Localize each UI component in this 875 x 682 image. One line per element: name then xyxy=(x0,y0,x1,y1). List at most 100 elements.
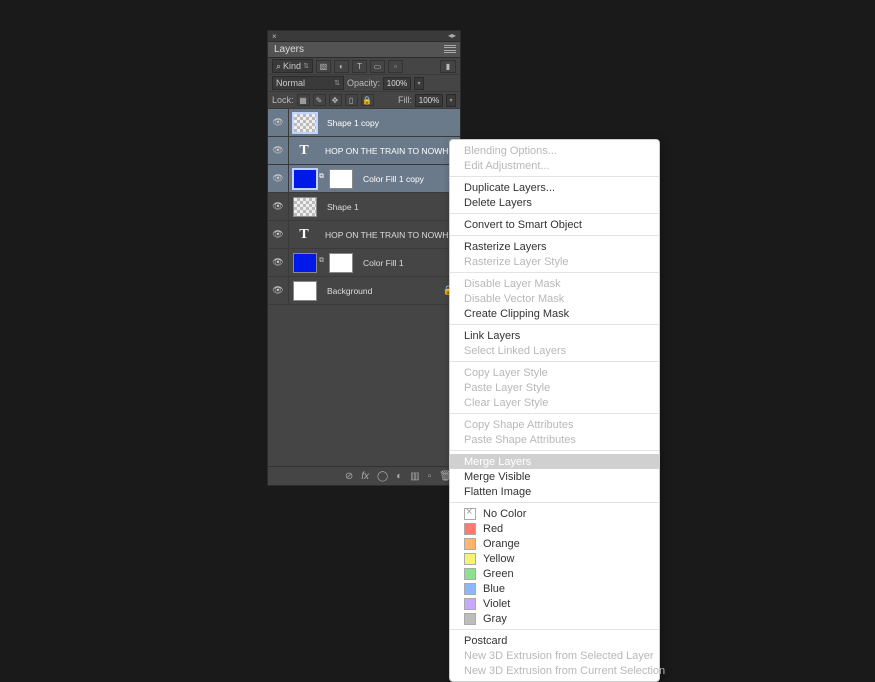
menu-color-item[interactable]: Orange xyxy=(450,536,659,551)
menu-color-item[interactable]: Red xyxy=(450,521,659,536)
filter-toggle-icon[interactable]: ▮ xyxy=(440,60,456,73)
menu-item: Paste Layer Style xyxy=(450,380,659,395)
panel-tab-layers[interactable]: Layers xyxy=(268,42,460,58)
menu-color-item[interactable]: Yellow xyxy=(450,551,659,566)
menu-item[interactable]: Duplicate Layers... xyxy=(450,180,659,195)
mask-link-icon[interactable]: ⧉ xyxy=(319,173,327,185)
visibility-toggle[interactable]: 👁 xyxy=(268,165,289,192)
mask-icon[interactable]: ◯ xyxy=(377,471,388,482)
layer-thumb-icon[interactable] xyxy=(293,281,317,301)
visibility-toggle[interactable]: 👁 xyxy=(268,249,289,276)
link-layers-icon[interactable]: ⊘ xyxy=(345,471,353,482)
shape-thumb-icon[interactable] xyxy=(293,113,317,133)
menu-item[interactable]: Postcard xyxy=(450,633,659,648)
menu-item[interactable]: Merge Layers xyxy=(450,454,659,469)
layer-row[interactable]: 👁Background🔒 xyxy=(268,277,460,305)
menu-item: Paste Shape Attributes xyxy=(450,432,659,447)
opacity-input[interactable]: 100% xyxy=(383,77,411,90)
layer-name[interactable]: Color Fill 1 xyxy=(357,258,460,268)
layer-row[interactable]: 👁 ⧉ Color Fill 1 xyxy=(268,249,460,277)
menu-item[interactable]: Rasterize Layers xyxy=(450,239,659,254)
layer-row[interactable]: 👁 Shape 1 copy xyxy=(268,109,460,137)
fill-input[interactable]: 100% xyxy=(415,94,443,107)
visibility-toggle[interactable]: 👁 xyxy=(268,221,289,248)
color-label: Gray xyxy=(483,613,507,625)
menu-item: New 3D Extrusion from Current Selection xyxy=(450,663,659,678)
collapse-icon[interactable]: ◂▸ xyxy=(448,31,456,40)
menu-item: Copy Layer Style xyxy=(450,365,659,380)
fill-thumb-icon[interactable] xyxy=(293,253,317,273)
group-icon[interactable]: ▥ xyxy=(410,471,419,482)
layers-list: 👁Shape 1 copy👁THOP ON THE TRAIN TO NOWHE… xyxy=(268,109,460,466)
lock-transparency-icon[interactable]: ▦ xyxy=(297,94,310,106)
fx-icon[interactable]: fx xyxy=(361,471,369,482)
menu-item[interactable]: Convert to Smart Object xyxy=(450,217,659,232)
mask-link-icon[interactable]: ⧉ xyxy=(319,257,327,269)
menu-color-item[interactable]: Green xyxy=(450,566,659,581)
menu-item[interactable]: Link Layers xyxy=(450,328,659,343)
mask-thumb-icon[interactable] xyxy=(329,253,353,273)
blend-mode-select[interactable]: Normal ⇅ xyxy=(272,76,344,90)
panel-footer: ⊘ fx ◯ ◐ ▥ ▫ 🗑 xyxy=(268,466,460,485)
filter-adjust-icon[interactable]: ◐ xyxy=(334,60,349,73)
menu-separator xyxy=(450,413,659,414)
shape-thumb-icon[interactable] xyxy=(293,197,317,217)
menu-item: Clear Layer Style xyxy=(450,395,659,410)
visibility-toggle[interactable]: 👁 xyxy=(268,193,289,220)
layer-name[interactable]: HOP ON THE TRAIN TO NOWHERE BAB... xyxy=(319,146,460,156)
filter-shape-icon[interactable]: ▭ xyxy=(370,60,385,73)
color-swatch-icon xyxy=(464,538,476,550)
visibility-toggle[interactable]: 👁 xyxy=(268,137,289,164)
mask-thumb-icon[interactable] xyxy=(329,169,353,189)
new-layer-icon[interactable]: ▫ xyxy=(428,471,432,482)
fill-thumb-icon[interactable] xyxy=(293,169,317,189)
layer-row[interactable]: 👁 ⧉ Color Fill 1 copy xyxy=(268,165,460,193)
lock-paint-icon[interactable]: ✎ xyxy=(313,94,326,106)
menu-color-item[interactable]: Blue xyxy=(450,581,659,596)
lock-label: Lock: xyxy=(272,95,294,105)
visibility-toggle[interactable]: 👁 xyxy=(268,277,289,304)
color-swatch-icon xyxy=(464,568,476,580)
menu-separator xyxy=(450,235,659,236)
layer-row[interactable]: 👁T HOP ON THE TRAIN TO NOWHERE BAB... xyxy=(268,137,460,165)
menu-item[interactable]: Create Clipping Mask xyxy=(450,306,659,321)
layer-row[interactable]: 👁 Shape 1 xyxy=(268,193,460,221)
lock-all-icon[interactable]: 🔒 xyxy=(361,94,374,106)
lock-position-icon[interactable]: ✥ xyxy=(329,94,342,106)
layer-thumbnails xyxy=(289,281,321,301)
adjustment-icon[interactable]: ◐ xyxy=(396,471,402,482)
opacity-label: Opacity: xyxy=(347,78,380,88)
layer-name[interactable]: Shape 1 xyxy=(321,202,460,212)
layer-name[interactable]: Color Fill 1 copy xyxy=(357,174,460,184)
filter-type-icon[interactable]: T xyxy=(352,60,367,73)
layer-name[interactable]: Background xyxy=(321,286,443,296)
layers-panel: × ◂▸ Layers ⌕ Kind ⇅ ▧ ◐ T ▭ ▫ ▮ Normal … xyxy=(267,30,461,486)
menu-item[interactable]: Flatten Image xyxy=(450,484,659,499)
layer-name[interactable]: Shape 1 copy xyxy=(321,118,460,128)
filter-smart-icon[interactable]: ▫ xyxy=(388,60,403,73)
filter-type-select[interactable]: ⌕ Kind ⇅ xyxy=(272,59,313,73)
type-thumb-icon[interactable]: T xyxy=(293,226,315,244)
color-swatch-icon xyxy=(464,523,476,535)
menu-item: Blending Options... xyxy=(450,143,659,158)
menu-item[interactable]: Merge Visible xyxy=(450,469,659,484)
visibility-toggle[interactable]: 👁 xyxy=(268,109,289,136)
menu-color-item[interactable]: Gray xyxy=(450,611,659,626)
type-thumb-icon[interactable]: T xyxy=(293,142,315,160)
close-icon[interactable]: × xyxy=(272,32,277,41)
menu-color-item[interactable]: No Color xyxy=(450,506,659,521)
filter-type-label: Kind xyxy=(283,61,301,71)
menu-color-item[interactable]: Violet xyxy=(450,596,659,611)
layer-row[interactable]: 👁T HOP ON THE TRAIN TO NOWHERE BABY xyxy=(268,221,460,249)
color-label: Green xyxy=(483,568,514,580)
menu-item: Copy Shape Attributes xyxy=(450,417,659,432)
layer-name[interactable]: HOP ON THE TRAIN TO NOWHERE BABY xyxy=(319,230,460,240)
lock-artboard-icon[interactable]: ▯ xyxy=(345,94,358,106)
menu-item[interactable]: Delete Layers xyxy=(450,195,659,210)
color-label: Orange xyxy=(483,538,520,550)
fill-scrubber[interactable]: ▾ xyxy=(446,94,456,107)
opacity-scrubber[interactable]: ▾ xyxy=(414,77,424,90)
menu-item: Edit Adjustment... xyxy=(450,158,659,173)
filter-pixel-icon[interactable]: ▧ xyxy=(316,60,331,73)
panel-menu-icon[interactable] xyxy=(444,45,456,53)
